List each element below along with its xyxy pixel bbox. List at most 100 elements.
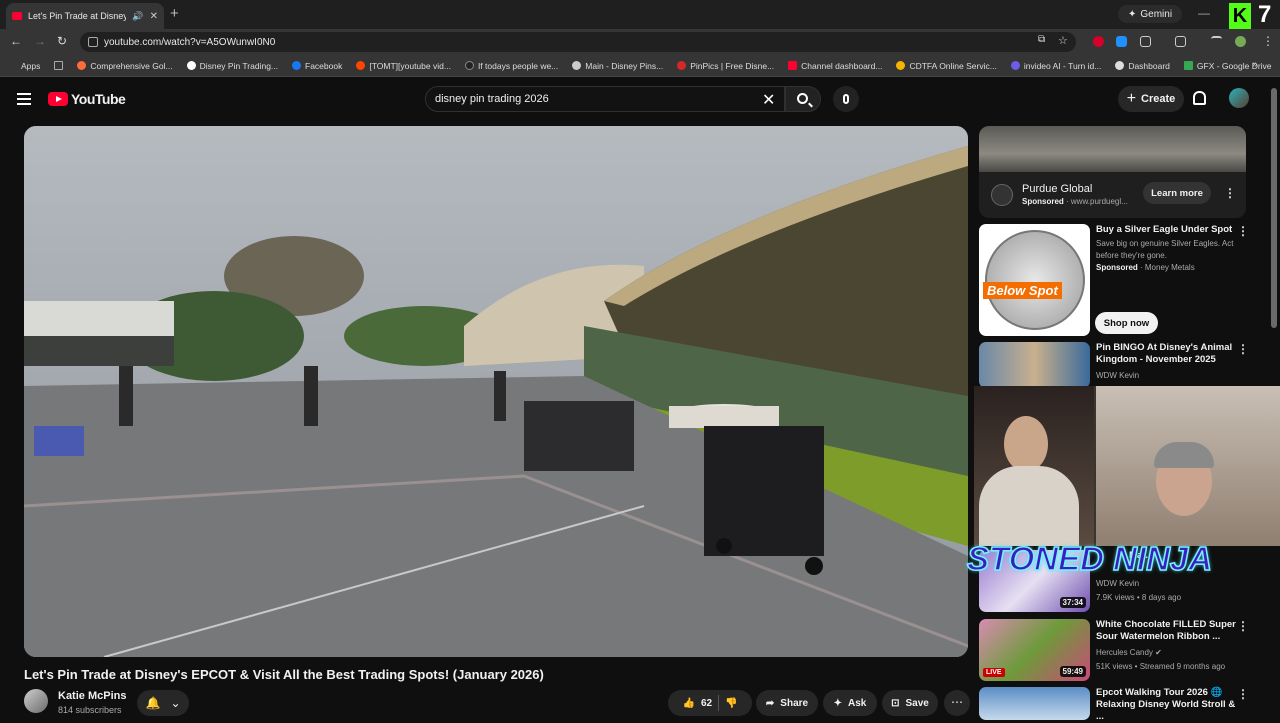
more-vert-icon[interactable]: ⋮ [1224,186,1236,200]
bookmarks-bar: Apps Comprehensive Gol... Disney Pin Tra… [0,55,1280,77]
recommended-video[interactable]: Pin BINGO At Disney's Animal Kingdom - N… [979,342,1269,388]
extension-blue-icon[interactable] [1116,36,1127,47]
recommended-video[interactable]: LIVE 59:49 White Chocolate FILLED Super … [979,619,1269,681]
recommended-video[interactable]: Epcot Walking Tour 2026 🌐 Relaxing Disne… [979,687,1269,722]
search-button[interactable] [785,86,821,112]
profile-icon[interactable] [1235,36,1246,47]
bookmark-item[interactable]: Comprehensive Gol... [77,61,173,71]
notifications-bell-icon[interactable] [1193,91,1206,105]
bookmark-star-icon[interactable]: ☆ [1058,34,1068,47]
verified-icon: ✔ [1155,648,1162,657]
invideo-icon [1010,61,1020,70]
youtube-favicon-icon [12,12,22,20]
save-button[interactable]: ⊡ Save [882,690,938,716]
facebook-icon [292,61,302,70]
like-count[interactable]: 62 [701,698,712,709]
video-thumbnail: LIVE 59:49 [979,619,1090,681]
sponsored-label: Sponsored [1096,263,1138,272]
create-button[interactable]: + Create [1118,86,1184,112]
youtube-icon [788,61,798,70]
corner-number: 7 [1258,1,1272,28]
bookmark-item[interactable]: Apps [8,61,40,71]
back-icon[interactable]: ← [10,34,22,48]
new-tab-button[interactable]: + [170,5,179,22]
bookmark-item[interactable]: invideo AI - Turn id... [1010,61,1101,71]
url-field[interactable]: youtube.com/watch?v=A5OWunwI0N0 [80,32,1076,52]
bookmark-item[interactable]: [TOMT][youtube vid... [356,61,451,71]
account-avatar[interactable] [1229,88,1249,108]
subscriber-count: 814 subscribers [58,705,122,715]
silver-coin-image [985,230,1085,330]
site-favicon-icon [186,61,196,70]
coin-thumbnail: Below Spot [979,224,1090,336]
rec-title: Pin BINGO At Disney's Animal Kingdom - N… [1096,342,1233,365]
bookmark-item[interactable]: Disney Pin Trading... [186,61,278,71]
install-icon[interactable]: ⧉ [1038,34,1045,45]
ad-domain: www.purduegl... [1070,197,1128,206]
close-tab-icon[interactable]: ✕ [150,11,158,22]
site-favicon-icon [896,61,906,70]
bookmark-item[interactable]: Main - Disney Pins... [572,61,663,71]
subscription-bell-button[interactable]: 🔔 ⌄ [137,690,189,716]
more-vert-icon[interactable]: ⋮ [1237,224,1249,238]
bookmark-item[interactable] [54,61,64,70]
bookmark-label: GFX - Google Drive [1196,60,1272,71]
ad-advertiser-name: Purdue Global [1022,183,1093,195]
browser-tab[interactable]: Let's Pin Trade at Disney's E 🔊 ✕ [6,3,164,29]
video-player[interactable] [24,126,968,657]
clear-search-icon[interactable]: ✕ [762,90,775,110]
thumbs-down-icon[interactable]: 👎 [725,698,737,709]
media-icon[interactable] [1211,36,1222,47]
channel-avatar[interactable] [24,689,48,713]
youtube-logo[interactable]: YouTube [48,91,126,107]
rec-title: Buy a Silver Eagle Under Spot [1096,224,1233,235]
share-button[interactable]: ➦ Share [756,690,818,716]
sponsored-ad-card[interactable]: Purdue Global Sponsored · www.purduegl..… [979,126,1246,218]
search-input[interactable]: disney pin trading 2026 [425,86,785,112]
duration-badge: 37:34 [1059,597,1086,608]
youtube-play-icon [48,92,68,106]
reload-icon[interactable]: ↻ [57,34,67,48]
voice-search-button[interactable] [833,86,859,112]
ask-button[interactable]: ✦ Ask [823,690,877,716]
browser-menu-icon[interactable]: ⋮ [1262,34,1274,48]
gemini-button[interactable]: ✦ Gemini [1118,5,1183,23]
bookmark-label: Dashboard [1128,60,1170,71]
rec-sponsor-line: Sponsored · Money Metals [1096,263,1195,272]
minimize-icon[interactable]: — [1198,6,1210,20]
page-scrollbar[interactable] [1271,88,1277,328]
rec-description: Save big on genuine Silver Eagles. Act b… [1096,239,1234,260]
site-info-icon[interactable] [88,37,98,47]
sponsored-product-card[interactable]: Below Spot Buy a Silver Eagle Under Spot… [979,224,1269,336]
rec-meta: 7.9K views • 8 days ago [1096,593,1182,602]
more-actions-button[interactable]: ⋯ [944,690,970,716]
bookmark-item[interactable]: If todays people we... [464,61,558,71]
learn-more-button[interactable]: Learn more [1143,182,1211,204]
advertiser-name: Money Metals [1144,263,1195,272]
bookmark-item[interactable]: GFX - Google Drive [1183,60,1272,71]
forward-icon[interactable]: → [34,34,46,48]
bookmark-item[interactable]: Facebook [292,61,342,71]
create-label: Create [1141,93,1176,105]
channel-name[interactable]: Katie McPins [58,690,126,702]
menu-icon[interactable] [17,93,31,105]
extension-red-icon[interactable] [1093,36,1104,47]
apps-grid-icon [8,61,17,70]
more-bookmarks-icon[interactable]: » [1252,59,1258,70]
duration-badge: 59:49 [1059,666,1086,677]
more-vert-icon[interactable]: ⋮ [1237,619,1249,633]
more-vert-icon[interactable]: ⋮ [1237,342,1249,356]
split-view-icon[interactable] [1175,36,1186,47]
speaker-icon[interactable]: 🔊 [132,11,143,22]
bookmark-item[interactable]: PinPics | Free Disne... [677,61,774,71]
bookmark-item[interactable]: CDTFA Online Servic... [896,61,997,71]
extensions-puzzle-icon[interactable] [1140,36,1151,47]
beanie [1154,442,1214,468]
bookmark-item[interactable]: Dashboard [1115,61,1170,71]
more-vert-icon[interactable]: ⋮ [1237,687,1249,701]
like-dislike-group: 👍 62 👎 [668,690,752,716]
below-spot-badge: Below Spot [983,282,1062,299]
bookmark-item[interactable]: Channel dashboard... [788,61,882,71]
shop-now-button[interactable]: Shop now [1095,312,1158,334]
thumbs-up-icon[interactable]: 👍 [682,698,694,709]
